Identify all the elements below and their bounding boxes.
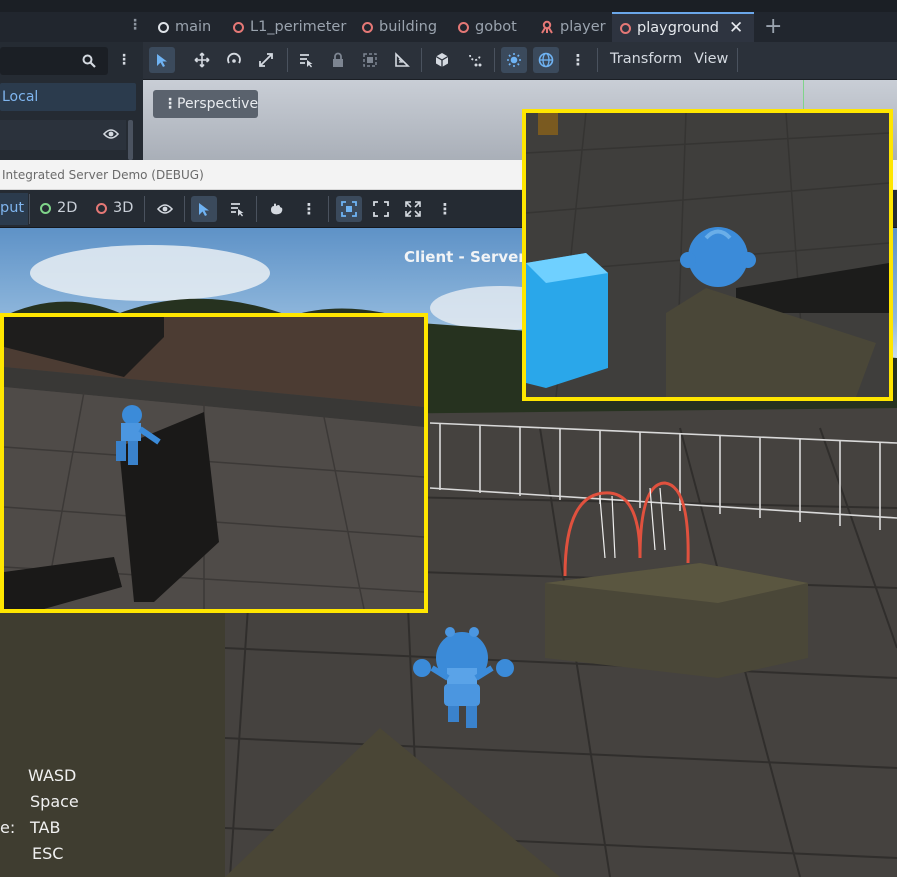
tab-label: L1_perimeter <box>250 19 347 35</box>
cube-icon <box>435 53 449 67</box>
move-tool-button[interactable] <box>189 47 215 73</box>
game-options-icon[interactable]: ⋮ <box>432 196 458 222</box>
scene-ring-icon <box>233 21 244 33</box>
game-embed-button[interactable] <box>368 196 394 222</box>
select-arrow-icon <box>156 53 167 67</box>
right-camera-inset <box>522 109 893 401</box>
close-tab-icon[interactable]: ✕ <box>729 18 743 38</box>
game-more-icon[interactable]: ⋮ <box>296 196 322 222</box>
local-coords-button[interactable] <box>429 47 455 73</box>
scene-ring-icon <box>620 22 631 34</box>
lock-icon <box>333 52 343 67</box>
game-focus-button[interactable] <box>336 196 362 222</box>
tab-label: gobot <box>475 19 517 35</box>
tab-label: player <box>560 19 606 35</box>
select-arrow-icon <box>198 202 209 216</box>
game-select-button[interactable] <box>191 196 217 222</box>
key-hint-escape: ESC <box>32 844 64 863</box>
scene-ring-icon <box>458 21 469 33</box>
focus-frame-icon <box>341 201 357 217</box>
local-space-toggle[interactable]: Local <box>0 83 136 111</box>
snap-magnet-icon <box>469 54 482 67</box>
tab-label: playground <box>637 20 720 36</box>
preview-sun-button[interactable] <box>501 47 527 73</box>
scene-dock-menu-icon[interactable]: ⋮ <box>117 52 131 68</box>
view-menu[interactable]: View <box>694 51 728 67</box>
tab-bar-menu-icon[interactable]: ⋮ <box>128 17 142 33</box>
group-icon <box>363 53 377 67</box>
game-fullscreen-button[interactable] <box>400 196 426 222</box>
player-scene-icon <box>541 20 553 34</box>
mode-3d-button[interactable]: 3D <box>96 200 133 216</box>
move-icon <box>194 52 210 68</box>
snap-button[interactable] <box>462 47 488 73</box>
list-select-button[interactable] <box>293 47 319 73</box>
sun-icon <box>507 53 521 67</box>
perspective-label: Perspective <box>177 96 259 112</box>
select-tool-button[interactable] <box>149 47 175 73</box>
lock-button[interactable] <box>325 47 351 73</box>
search-icon <box>82 54 96 68</box>
network-status-label: Client - Server <box>404 248 526 266</box>
globe-icon <box>538 52 554 68</box>
rotate-tool-button[interactable] <box>221 47 247 73</box>
tab-player[interactable]: player <box>532 12 614 42</box>
inset-left-scene <box>4 317 424 609</box>
rotate-icon <box>227 52 241 64</box>
mode-2d-label: 2D <box>57 200 78 216</box>
input-toggle[interactable]: put <box>0 200 24 216</box>
visibility-eye-icon[interactable] <box>103 128 119 140</box>
ruler-icon <box>395 52 410 67</box>
2d-mode-icon <box>40 202 51 214</box>
tab-label: main <box>175 19 212 35</box>
tab-building[interactable]: building <box>354 12 445 42</box>
group-button[interactable] <box>357 47 383 73</box>
mode-2d-button[interactable]: 2D <box>40 200 77 216</box>
perspective-menu-button[interactable]: ⋮ Perspective <box>153 90 258 118</box>
camera-override-button[interactable] <box>263 196 289 222</box>
perspective-menu-icon: ⋮ <box>163 96 177 112</box>
eye-icon <box>157 204 173 214</box>
transform-menu[interactable]: Transform <box>610 51 682 67</box>
tab-playground[interactable]: playground ✕ <box>612 12 754 42</box>
key-hint-jump: Space <box>30 792 79 811</box>
game-list-select-button[interactable] <box>224 196 250 222</box>
expand-icon <box>405 201 421 217</box>
ruler-button[interactable] <box>389 47 415 73</box>
key-hint-move: WASD <box>28 766 77 785</box>
left-camera-inset <box>0 313 428 613</box>
tab-label: building <box>379 19 438 35</box>
scale-icon <box>259 53 273 67</box>
scene-tree-row[interactable] <box>0 120 126 150</box>
scale-tool-button[interactable] <box>253 47 279 73</box>
preview-environment-button[interactable] <box>533 47 559 73</box>
hand-icon <box>271 203 283 215</box>
tab-l1-perimeter[interactable]: L1_perimeter <box>225 12 354 42</box>
scene-ring-icon <box>362 21 373 33</box>
tab-gobot[interactable]: gobot <box>450 12 525 42</box>
scene-filter-input[interactable] <box>0 47 108 75</box>
key-hint-prefix: e: <box>0 818 16 837</box>
game-visibility-button[interactable] <box>152 196 178 222</box>
key-hint-tab: TAB <box>30 818 61 837</box>
scene-ring-white-icon <box>158 21 169 33</box>
inset-right-scene <box>526 113 889 397</box>
add-tab-button[interactable]: + <box>764 14 782 39</box>
input-label: put <box>0 200 25 216</box>
scene-dock-scrollbar[interactable] <box>128 120 133 160</box>
3d-mode-icon <box>96 202 107 214</box>
list-select-icon <box>231 203 244 217</box>
mode-3d-label: 3D <box>113 200 134 216</box>
list-select-icon <box>300 54 313 68</box>
viewport-more-icon[interactable]: ⋮ <box>565 47 591 73</box>
tab-main[interactable]: main <box>150 12 219 42</box>
fit-icon <box>373 201 389 217</box>
